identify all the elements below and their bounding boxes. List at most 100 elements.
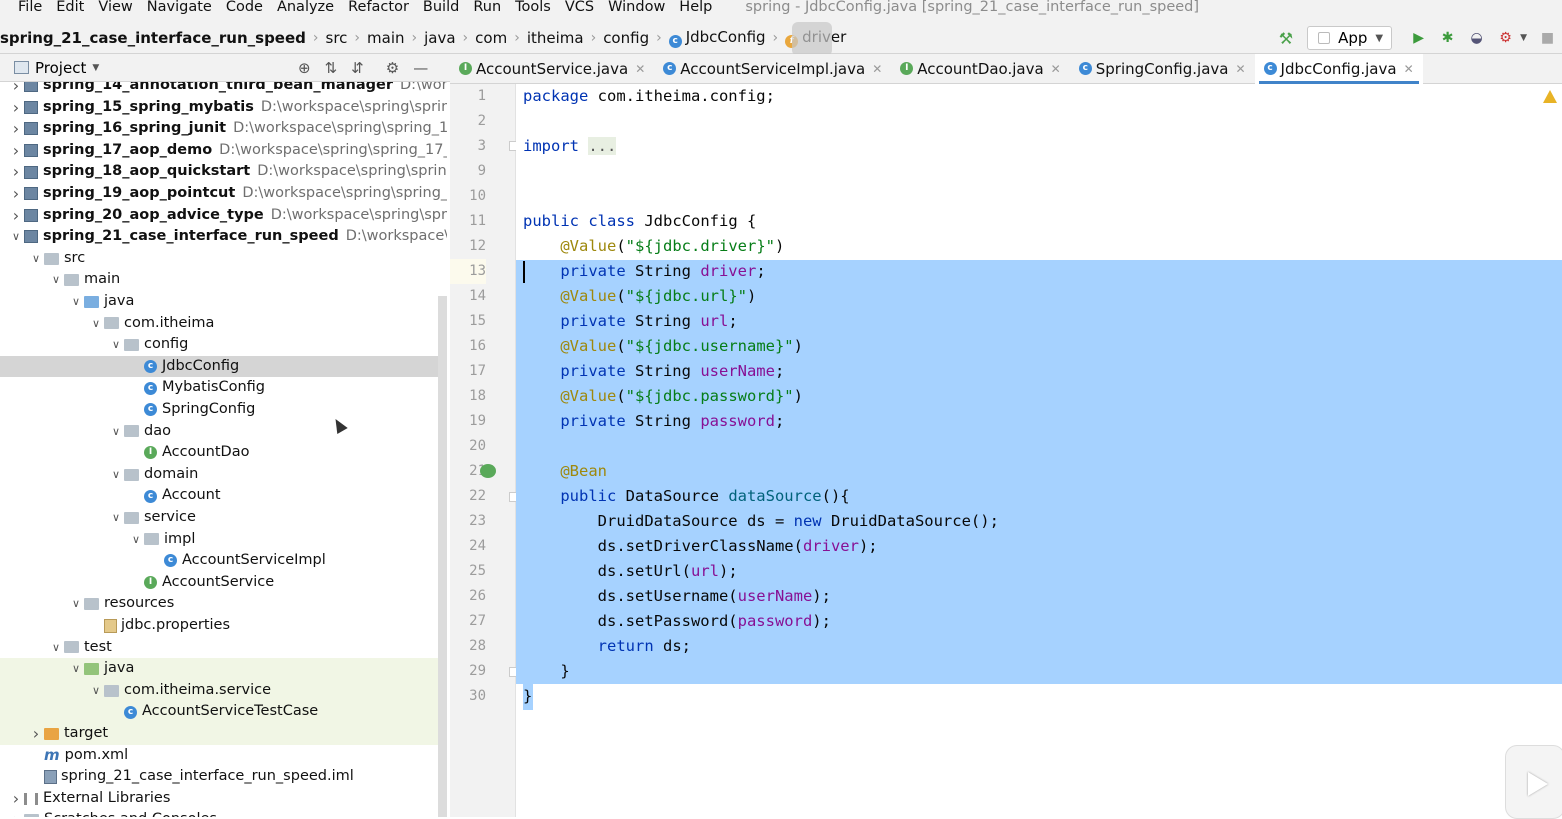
expand-all-icon[interactable]: ⇅ bbox=[325, 59, 338, 77]
menu-build[interactable]: Build bbox=[416, 0, 466, 22]
floating-toolbar-icon[interactable] bbox=[792, 22, 832, 56]
tree-node[interactable]: c MybatisConfig bbox=[0, 377, 447, 399]
menu-file[interactable]: File bbox=[0, 0, 49, 22]
warning-icon[interactable] bbox=[1543, 90, 1557, 103]
menu-navigate[interactable]: Navigate bbox=[140, 0, 219, 22]
locate-icon[interactable]: ⊕ bbox=[298, 59, 311, 77]
tree-node[interactable]: ∨ com.itheima.service bbox=[0, 679, 447, 702]
tree-node[interactable]: ∨ spring_21_case_interface_run_speed D:\wo… bbox=[0, 226, 447, 248]
close-icon[interactable]: ✕ bbox=[872, 62, 882, 76]
menu-analyze[interactable]: Analyze bbox=[270, 0, 341, 22]
chevron-down-icon[interactable]: ∨ bbox=[8, 226, 24, 248]
tree-node[interactable]: I AccountDao bbox=[0, 442, 447, 464]
chevron-down-icon[interactable]: ∨ bbox=[108, 334, 124, 356]
tree-node[interactable]: ∨ resources bbox=[0, 593, 447, 615]
close-icon[interactable]: ✕ bbox=[635, 62, 645, 76]
tree-node[interactable]: ∨ test bbox=[0, 637, 447, 659]
chevron-right-icon[interactable]: › bbox=[8, 161, 24, 183]
breadcrumb-item[interactable]: src bbox=[323, 29, 351, 47]
tree-node[interactable]: I AccountService bbox=[0, 572, 447, 594]
tree-node[interactable]: m pom.xml bbox=[0, 745, 447, 767]
tree-scrollbar[interactable] bbox=[438, 296, 447, 817]
tree-node[interactable]: › spring_16_spring_junit D:\workspace\spri… bbox=[0, 118, 447, 140]
breadcrumb-item[interactable]: main bbox=[364, 29, 407, 47]
breadcrumb-item[interactable]: config bbox=[600, 29, 652, 47]
chevron-down-icon[interactable]: ∨ bbox=[88, 680, 104, 702]
chevron-down-icon[interactable]: ∨ bbox=[108, 464, 124, 486]
breadcrumb-item[interactable]: c JdbcConfig bbox=[666, 28, 769, 48]
tree-node[interactable]: ∨ config bbox=[0, 334, 447, 356]
editor-tab[interactable]: I AccountDao.java ✕ bbox=[891, 54, 1069, 84]
code-editor[interactable]: package com.itheima.config; import ... pub… bbox=[516, 84, 1562, 817]
tab-active[interactable]: c JdbcConfig.java ✕ bbox=[1254, 53, 1423, 84]
menu-refactor[interactable]: Refactor bbox=[341, 0, 416, 22]
tree-node[interactable]: ∨ src bbox=[0, 248, 447, 270]
editor-tab[interactable]: c AccountServiceImpl.java ✕ bbox=[654, 54, 891, 84]
chevron-down-icon[interactable]: ∨ bbox=[128, 529, 144, 551]
chevron-right-icon[interactable]: › bbox=[8, 205, 24, 227]
tree-node[interactable]: c AccountServiceImpl bbox=[0, 550, 447, 572]
tree-node[interactable]: ∨ impl bbox=[0, 529, 447, 551]
chevron-down-icon[interactable]: ∨ bbox=[48, 269, 64, 291]
minimize-icon[interactable]: — bbox=[413, 59, 428, 77]
menu-code[interactable]: Code bbox=[219, 0, 270, 22]
chevron-right-icon[interactable]: › bbox=[8, 809, 24, 817]
tree-node[interactable]: spring_21_case_interface_run_speed.iml bbox=[0, 766, 447, 788]
tree-node[interactable]: › spring_20_aop_advice_type D:\workspace\s… bbox=[0, 205, 447, 227]
tree-node[interactable]: › Scratches and Consoles bbox=[0, 809, 447, 817]
tree-node[interactable]: ∨ java bbox=[0, 291, 447, 313]
chevron-right-icon[interactable]: › bbox=[8, 118, 24, 140]
tree-node[interactable]: › External Libraries bbox=[0, 788, 447, 810]
chevron-down-icon[interactable]: ∨ bbox=[68, 291, 84, 313]
menu-edit[interactable]: Edit bbox=[49, 0, 91, 22]
stop-icon[interactable]: ■ bbox=[1533, 30, 1562, 46]
menu-tools[interactable]: Tools bbox=[508, 0, 558, 22]
chevron-down-icon[interactable]: ∨ bbox=[48, 637, 64, 659]
chevron-right-icon[interactable]: › bbox=[8, 140, 24, 162]
tree-node[interactable]: ∨ dao bbox=[0, 421, 447, 443]
project-view-selector[interactable]: Project ▼ bbox=[14, 59, 99, 77]
chevron-down-icon[interactable]: ∨ bbox=[108, 507, 124, 529]
chevron-down-icon[interactable]: ∨ bbox=[28, 248, 44, 270]
breadcrumb-item[interactable]: com bbox=[472, 29, 510, 47]
chevron-right-icon[interactable]: › bbox=[8, 97, 24, 119]
tree-node[interactable]: › spring_17_aop_demo D:\workspace\spring\s… bbox=[0, 140, 447, 162]
tree-node[interactable]: › spring_14_annotation_third_bean_manager… bbox=[0, 82, 447, 97]
tree-node[interactable]: › spring_18_aop_quickstart D:\workspace\sp… bbox=[0, 161, 447, 183]
menu-vcs[interactable]: VCS bbox=[558, 0, 601, 22]
tree-node[interactable]: ∨ service bbox=[0, 507, 447, 529]
menu-view[interactable]: View bbox=[91, 0, 139, 22]
chevron-right-icon[interactable]: › bbox=[8, 82, 24, 97]
close-icon[interactable]: ✕ bbox=[1404, 62, 1414, 76]
collapse-all-icon[interactable]: ⇵ bbox=[351, 59, 364, 77]
debug-icon[interactable]: ✱ bbox=[1433, 30, 1462, 46]
tree-node[interactable]: › target bbox=[0, 723, 447, 745]
menu-window[interactable]: Window bbox=[601, 0, 672, 22]
breadcrumb-item[interactable]: java bbox=[421, 29, 458, 47]
tree-node[interactable]: ∨ com.itheima bbox=[0, 313, 447, 335]
profile-icon[interactable]: ⚙ bbox=[1491, 30, 1520, 46]
tree-node-selected[interactable]: c JdbcConfig bbox=[0, 355, 447, 378]
tree-node[interactable]: › spring_15_spring_mybatis D:\workspace\sp… bbox=[0, 97, 447, 119]
gear-icon[interactable]: ⚙ bbox=[386, 59, 399, 77]
menu-help[interactable]: Help bbox=[672, 0, 719, 22]
close-icon[interactable]: ✕ bbox=[1235, 62, 1245, 76]
tree-node[interactable]: ∨ java bbox=[0, 658, 447, 680]
editor-tab[interactable]: c SpringConfig.java ✕ bbox=[1070, 54, 1255, 84]
run-icon[interactable]: ▶ bbox=[1404, 30, 1433, 46]
tree-node[interactable]: ∨ domain bbox=[0, 464, 447, 486]
chevron-down-icon[interactable]: ∨ bbox=[108, 421, 124, 443]
video-play-overlay[interactable] bbox=[1505, 745, 1562, 819]
build-hammer-icon[interactable]: ⚒ bbox=[1279, 29, 1293, 48]
tree-node[interactable]: › spring_19_aop_pointcut D:\workspace\spri… bbox=[0, 183, 447, 205]
chevron-down-icon[interactable]: ▼ bbox=[1520, 33, 1527, 43]
chevron-down-icon[interactable]: ∨ bbox=[88, 313, 104, 335]
tree-node[interactable]: c SpringConfig bbox=[0, 399, 447, 421]
close-icon[interactable]: ✕ bbox=[1051, 62, 1061, 76]
coverage-icon[interactable]: ◒ bbox=[1462, 30, 1491, 46]
chevron-right-icon[interactable]: › bbox=[8, 788, 24, 810]
tree-node[interactable]: c AccountServiceTestCase bbox=[0, 701, 447, 723]
chevron-down-icon[interactable]: ∨ bbox=[68, 593, 84, 615]
tree-node[interactable]: c Account bbox=[0, 485, 447, 507]
bean-gutter-icon[interactable] bbox=[480, 464, 496, 478]
